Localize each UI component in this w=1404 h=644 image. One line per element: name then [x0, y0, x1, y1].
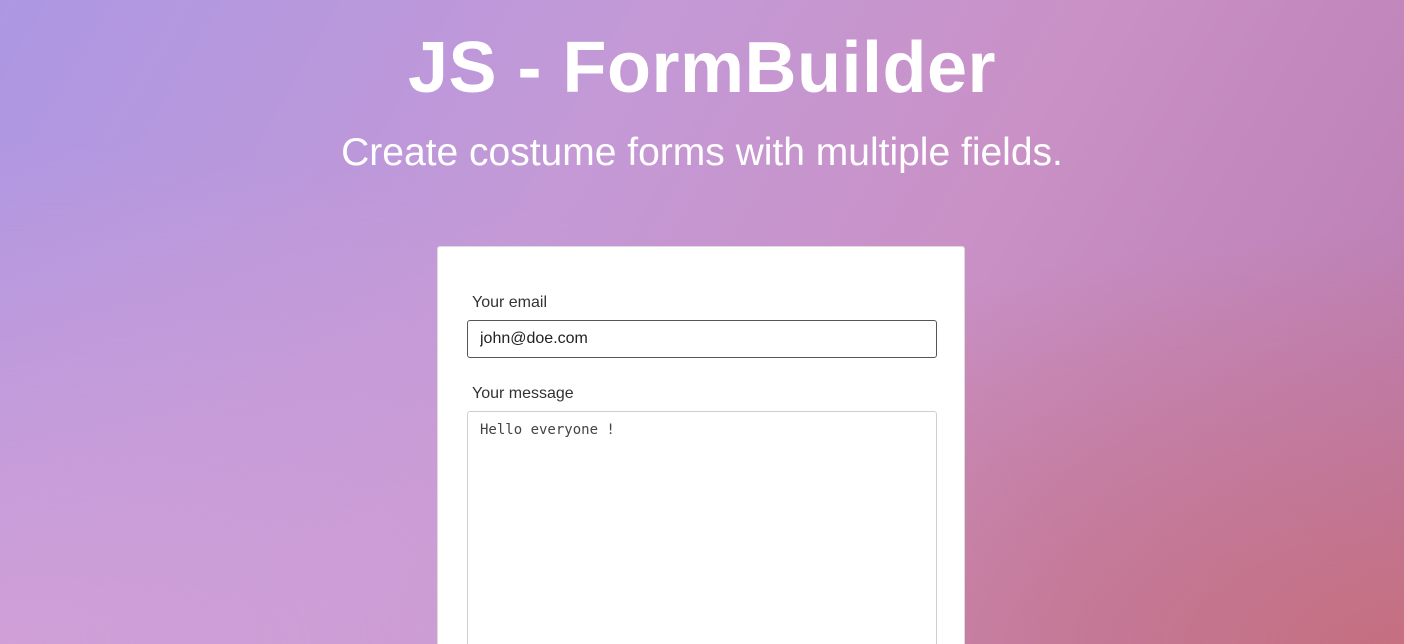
- email-label: Your email: [472, 294, 548, 311]
- message-label: Your message: [472, 385, 574, 402]
- page-subtitle: Create costume forms with multiple field…: [341, 131, 1063, 174]
- form-card: Your email Your message Hello everyone !: [437, 246, 965, 644]
- email-field[interactable]: [467, 320, 937, 358]
- message-textarea[interactable]: Hello everyone !: [467, 411, 937, 644]
- page-title: JS - FormBuilder: [407, 28, 997, 108]
